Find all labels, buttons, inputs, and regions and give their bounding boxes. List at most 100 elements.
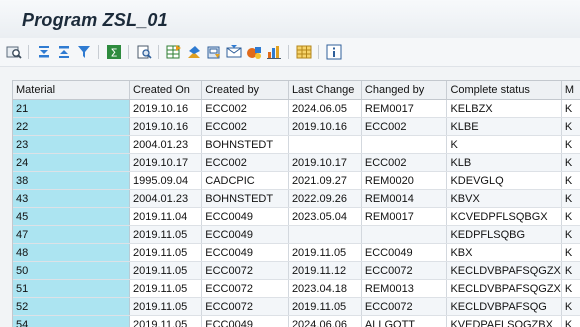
cell-last-change[interactable]: 2023.04.18 bbox=[288, 280, 361, 298]
column-header-created-on[interactable]: Created On bbox=[130, 81, 202, 100]
cell-created-on[interactable]: 2004.01.23 bbox=[130, 136, 202, 154]
cell-last-change[interactable] bbox=[288, 226, 361, 244]
cell-changed-by[interactable]: ALLGOTT bbox=[361, 316, 447, 327]
cell-last-change[interactable] bbox=[288, 136, 361, 154]
cell-truncated[interactable]: K bbox=[561, 208, 580, 226]
cell-last-change[interactable]: 2019.11.05 bbox=[288, 244, 361, 262]
table-row[interactable]: 212019.10.16ECC0022024.06.05REM0017KELBZ… bbox=[13, 100, 580, 118]
cell-complete-status[interactable]: KELBZX bbox=[447, 100, 561, 118]
sort-ascending-icon[interactable] bbox=[36, 44, 52, 60]
cell-created-by[interactable]: BOHNSTEDT bbox=[202, 190, 289, 208]
cell-complete-status[interactable]: KCVEDPFLSQBGX bbox=[447, 208, 561, 226]
cell-created-by[interactable]: ECC002 bbox=[202, 154, 289, 172]
cell-material[interactable]: 54 bbox=[13, 316, 130, 327]
table-row[interactable]: 452019.11.04ECC00492023.05.04REM0017KCVE… bbox=[13, 208, 580, 226]
cell-changed-by[interactable] bbox=[361, 226, 447, 244]
cell-created-on[interactable]: 1995.09.04 bbox=[130, 172, 202, 190]
cell-material[interactable]: 51 bbox=[13, 280, 130, 298]
layout-icon[interactable] bbox=[296, 44, 312, 60]
cell-truncated[interactable]: K bbox=[561, 190, 580, 208]
word-processing-icon[interactable] bbox=[186, 44, 202, 60]
table-row[interactable]: 482019.11.05ECC00492019.11.05ECC0049KBXK bbox=[13, 244, 580, 262]
cell-created-on[interactable]: 2019.11.05 bbox=[130, 226, 202, 244]
cell-truncated[interactable]: K bbox=[561, 154, 580, 172]
cell-truncated[interactable]: K bbox=[561, 136, 580, 154]
cell-created-by[interactable]: ECC0072 bbox=[202, 262, 289, 280]
column-header-complete-status[interactable]: Complete status bbox=[447, 81, 561, 100]
cell-created-by[interactable]: BOHNSTEDT bbox=[202, 136, 289, 154]
table-row[interactable]: 381995.09.04CADCPIC2021.09.27REM0020KDEV… bbox=[13, 172, 580, 190]
cell-created-on[interactable]: 2019.10.16 bbox=[130, 118, 202, 136]
cell-changed-by[interactable]: REM0014 bbox=[361, 190, 447, 208]
cell-truncated[interactable]: K bbox=[561, 280, 580, 298]
table-row[interactable]: 502019.11.05ECC00722019.11.12ECC0072KECL… bbox=[13, 262, 580, 280]
table-row[interactable]: 222019.10.16ECC0022019.10.16ECC002KLBEK bbox=[13, 118, 580, 136]
abc-analysis-icon[interactable] bbox=[246, 44, 262, 60]
cell-changed-by[interactable]: ECC0049 bbox=[361, 244, 447, 262]
table-row[interactable]: 242019.10.17ECC0022019.10.17ECC002KLBK bbox=[13, 154, 580, 172]
cell-created-on[interactable]: 2019.11.05 bbox=[130, 298, 202, 316]
cell-truncated[interactable]: K bbox=[561, 262, 580, 280]
cell-complete-status[interactable]: KLBE bbox=[447, 118, 561, 136]
cell-created-by[interactable]: ECC0049 bbox=[202, 208, 289, 226]
cell-created-on[interactable]: 2019.11.05 bbox=[130, 280, 202, 298]
cell-complete-status[interactable]: KECLDVBPAFSQG bbox=[447, 298, 561, 316]
table-row[interactable]: 522019.11.05ECC00722019.11.05ECC0072KECL… bbox=[13, 298, 580, 316]
cell-material[interactable]: 47 bbox=[13, 226, 130, 244]
cell-changed-by[interactable]: REM0017 bbox=[361, 100, 447, 118]
cell-material[interactable]: 52 bbox=[13, 298, 130, 316]
column-header-truncated[interactable]: M bbox=[561, 81, 580, 100]
local-file-icon[interactable] bbox=[206, 44, 222, 60]
information-icon[interactable] bbox=[326, 44, 342, 60]
cell-last-change[interactable]: 2019.11.12 bbox=[288, 262, 361, 280]
cell-created-on[interactable]: 2019.10.16 bbox=[130, 100, 202, 118]
total-icon[interactable]: Σ bbox=[106, 44, 122, 60]
cell-truncated[interactable]: K bbox=[561, 226, 580, 244]
cell-truncated[interactable]: K bbox=[561, 244, 580, 262]
cell-last-change[interactable]: 2024.06.06 bbox=[288, 316, 361, 327]
cell-created-by[interactable]: ECC0072 bbox=[202, 280, 289, 298]
cell-created-on[interactable]: 2019.11.05 bbox=[130, 244, 202, 262]
cell-material[interactable]: 21 bbox=[13, 100, 130, 118]
cell-material[interactable]: 24 bbox=[13, 154, 130, 172]
cell-complete-status[interactable]: KDEVGLQ bbox=[447, 172, 561, 190]
graphic-icon[interactable] bbox=[266, 44, 282, 60]
details-icon[interactable] bbox=[6, 44, 22, 60]
cell-complete-status[interactable]: KBVX bbox=[447, 190, 561, 208]
cell-changed-by[interactable]: ECC002 bbox=[361, 118, 447, 136]
cell-created-on[interactable]: 2004.01.23 bbox=[130, 190, 202, 208]
cell-material[interactable]: 50 bbox=[13, 262, 130, 280]
cell-complete-status[interactable]: KECLDVBPAFSQGZX bbox=[447, 280, 561, 298]
table-row[interactable]: 512019.11.05ECC00722023.04.18REM0013KECL… bbox=[13, 280, 580, 298]
cell-material[interactable]: 23 bbox=[13, 136, 130, 154]
cell-created-by[interactable]: ECC002 bbox=[202, 118, 289, 136]
cell-changed-by[interactable]: REM0013 bbox=[361, 280, 447, 298]
cell-created-on[interactable]: 2019.11.05 bbox=[130, 316, 202, 327]
cell-material[interactable]: 43 bbox=[13, 190, 130, 208]
export-excel-icon[interactable] bbox=[166, 44, 182, 60]
table-row[interactable]: 232004.01.23BOHNSTEDT KK bbox=[13, 136, 580, 154]
column-header-changed-by[interactable]: Changed by bbox=[361, 81, 447, 100]
cell-truncated[interactable]: K bbox=[561, 118, 580, 136]
cell-changed-by[interactable] bbox=[361, 136, 447, 154]
cell-changed-by[interactable]: ECC002 bbox=[361, 154, 447, 172]
mail-recipient-icon[interactable] bbox=[226, 44, 242, 60]
cell-complete-status[interactable]: KVEDPAFLSQGZBX bbox=[447, 316, 561, 327]
cell-material[interactable]: 45 bbox=[13, 208, 130, 226]
cell-created-on[interactable]: 2019.11.04 bbox=[130, 208, 202, 226]
cell-created-on[interactable]: 2019.10.17 bbox=[130, 154, 202, 172]
cell-material[interactable]: 38 bbox=[13, 172, 130, 190]
cell-created-by[interactable]: ECC002 bbox=[202, 100, 289, 118]
cell-created-by[interactable]: ECC0072 bbox=[202, 298, 289, 316]
cell-complete-status[interactable]: KBX bbox=[447, 244, 561, 262]
column-header-material[interactable]: Material bbox=[13, 81, 130, 100]
cell-changed-by[interactable]: REM0020 bbox=[361, 172, 447, 190]
cell-created-by[interactable]: CADCPIC bbox=[202, 172, 289, 190]
cell-last-change[interactable]: 2019.10.17 bbox=[288, 154, 361, 172]
cell-complete-status[interactable]: K bbox=[447, 136, 561, 154]
cell-complete-status[interactable]: KECLDVBPAFSQGZX bbox=[447, 262, 561, 280]
cell-last-change[interactable]: 2019.11.05 bbox=[288, 298, 361, 316]
cell-material[interactable]: 48 bbox=[13, 244, 130, 262]
cell-created-by[interactable]: ECC0049 bbox=[202, 244, 289, 262]
cell-changed-by[interactable]: REM0017 bbox=[361, 208, 447, 226]
